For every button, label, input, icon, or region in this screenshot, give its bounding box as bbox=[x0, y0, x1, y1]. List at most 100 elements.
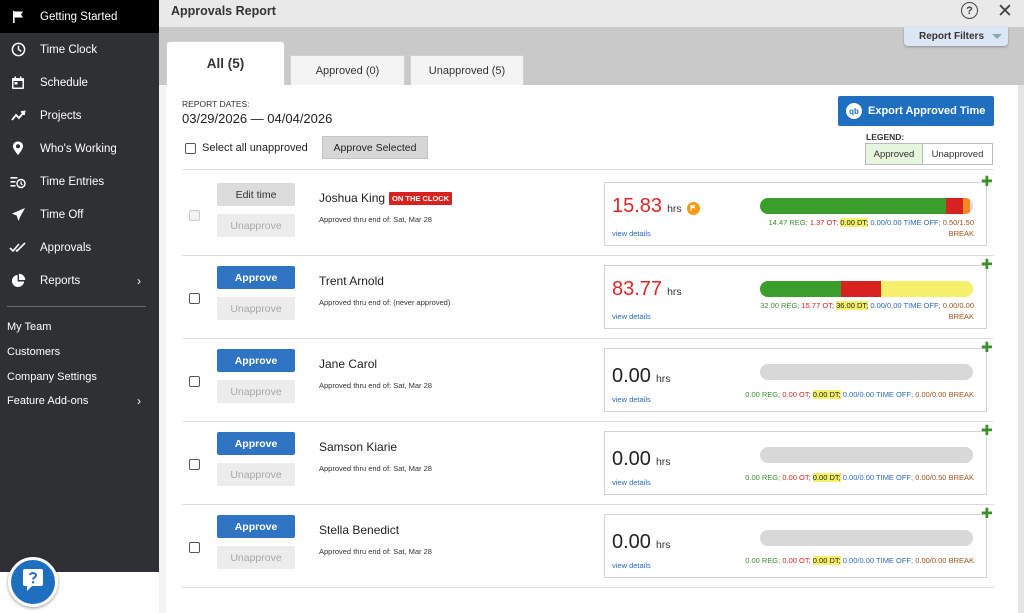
add-entry-icon[interactable]: ✚ bbox=[981, 339, 993, 356]
help-chat-button[interactable] bbox=[8, 557, 58, 607]
time-off-hours: 0.00/0.00 TIME OFF; bbox=[870, 218, 941, 227]
sidebar-item-time-entries[interactable]: Time Entries bbox=[0, 165, 159, 198]
unapprove-button[interactable]: Unapprove bbox=[217, 214, 295, 237]
trend-icon bbox=[9, 107, 27, 125]
approved-thru-text: Approved thru end of: Sat, Mar 28 bbox=[319, 464, 432, 473]
view-details-link[interactable]: view details bbox=[612, 229, 651, 238]
export-approved-time-button[interactable]: qb Export Approved Time bbox=[838, 96, 994, 126]
hours-unit: hrs bbox=[655, 456, 671, 468]
add-entry-icon[interactable]: ✚ bbox=[981, 256, 993, 273]
sidebar-item-schedule[interactable]: Schedule bbox=[0, 66, 159, 99]
employee-name-text: Trent Arnold bbox=[319, 274, 384, 288]
employee-name[interactable]: Stella Benedict bbox=[319, 523, 399, 537]
ot-hours: 0.00 OT; bbox=[782, 556, 811, 565]
sidebar-item-feature-add-ons[interactable]: Feature Add-ons › bbox=[0, 389, 159, 414]
time-off-hours: 0.00/0.00 TIME OFF; bbox=[842, 473, 914, 482]
row-checkbox[interactable] bbox=[189, 376, 200, 387]
select-all-unapproved[interactable]: Select all unapproved bbox=[185, 142, 308, 154]
row-checkbox[interactable] bbox=[189, 210, 200, 221]
sidebar-item-label: Company Settings bbox=[7, 370, 97, 383]
view-details-link[interactable]: view details bbox=[612, 561, 651, 570]
reg-hours: 32.00 REG; bbox=[760, 301, 800, 310]
sidebar-item-getting-started[interactable]: Getting Started bbox=[0, 0, 159, 33]
edit-time-button[interactable]: Edit time bbox=[217, 183, 295, 206]
help-icon[interactable]: ? bbox=[961, 2, 978, 19]
select-all-checkbox[interactable] bbox=[185, 142, 196, 154]
break-hours: 0.00/0.00 BREAK bbox=[915, 390, 974, 399]
hours-summary: 0.00 hrs view details 0.00 REG; 0.00 OT;… bbox=[604, 514, 987, 578]
unapprove-button[interactable]: Unapprove bbox=[217, 297, 295, 320]
select-all-label: Select all unapproved bbox=[202, 142, 308, 154]
add-entry-icon[interactable]: ✚ bbox=[981, 173, 993, 190]
hours-bar bbox=[760, 447, 973, 463]
sidebar-item-whos-working[interactable]: Who's Working bbox=[0, 132, 159, 165]
approve-button[interactable]: Approve bbox=[217, 515, 295, 538]
total-hours-value: 0.00 bbox=[612, 365, 651, 387]
sidebar-item-label: Time Entries bbox=[40, 175, 105, 188]
approve-button[interactable]: Approve bbox=[217, 349, 295, 372]
add-entry-icon[interactable]: ✚ bbox=[981, 505, 993, 522]
legend-unapproved: Unapproved bbox=[923, 144, 992, 164]
main-panel: Approvals Report ? ✕ Report Filters All … bbox=[159, 0, 1024, 613]
sidebar-item-customers[interactable]: Customers bbox=[0, 340, 159, 365]
row-checkbox[interactable] bbox=[189, 293, 200, 304]
sidebar-item-label: Reports bbox=[40, 274, 81, 287]
view-details-link[interactable]: view details bbox=[612, 312, 651, 321]
approve-button[interactable]: Approve bbox=[217, 432, 295, 455]
unapprove-button[interactable]: Unapprove bbox=[217, 463, 295, 486]
table-row: Approve Unapprove Jane Carol Approved th… bbox=[166, 339, 1018, 422]
scrollbar[interactable] bbox=[1018, 85, 1024, 613]
sidebar-item-company-settings[interactable]: Company Settings bbox=[0, 364, 159, 389]
quickbooks-icon: qb bbox=[846, 103, 862, 119]
add-entry-icon[interactable]: ✚ bbox=[981, 422, 993, 439]
report-filters-button[interactable]: Report Filters bbox=[904, 27, 1008, 46]
legend-approved: Approved bbox=[866, 144, 923, 164]
tab-all[interactable]: All (5) bbox=[166, 41, 285, 85]
calendar-icon bbox=[9, 74, 27, 92]
bar-segment-reg bbox=[760, 198, 946, 214]
flag-icon bbox=[9, 8, 27, 26]
sidebar-item-time-clock[interactable]: Time Clock bbox=[0, 33, 159, 66]
hours-unit: hrs bbox=[667, 286, 682, 298]
sidebar-item-label: Getting Started bbox=[40, 10, 118, 23]
time-off-hours: 0.00/0.00 TIME OFF; bbox=[842, 556, 914, 565]
sidebar-item-label: Customers bbox=[7, 346, 61, 359]
row-checkbox[interactable] bbox=[189, 542, 200, 553]
sidebar-item-reports[interactable]: Reports › bbox=[0, 264, 159, 297]
employee-name[interactable]: Samson Kiarie bbox=[319, 440, 397, 454]
approve-selected-button[interactable]: Approve Selected bbox=[322, 136, 428, 159]
clock-icon bbox=[9, 41, 27, 59]
unapprove-button[interactable]: Unapprove bbox=[217, 380, 295, 403]
view-details-link[interactable]: view details bbox=[612, 478, 651, 487]
approved-thru-text: Approved thru end of: (never approved) bbox=[319, 298, 451, 307]
ot-hours: 0.00 OT; bbox=[782, 390, 811, 399]
tab-unapproved[interactable]: Unapproved (5) bbox=[410, 55, 524, 85]
close-icon[interactable]: ✕ bbox=[997, 0, 1013, 23]
sidebar-item-my-team[interactable]: My Team bbox=[0, 315, 159, 340]
sidebar-item-label: Schedule bbox=[40, 76, 88, 89]
flag-icon[interactable] bbox=[686, 201, 700, 215]
employee-name[interactable]: Jane Carol bbox=[319, 357, 377, 371]
employee-name[interactable]: Trent Arnold bbox=[319, 274, 384, 288]
time-entries-icon bbox=[9, 173, 27, 191]
break-hours: 0.00/0.00 BREAK bbox=[915, 556, 974, 565]
unapprove-button[interactable]: Unapprove bbox=[217, 546, 295, 569]
bar-segment-ot bbox=[841, 281, 882, 297]
hours-unit: hrs bbox=[655, 373, 671, 385]
employee-name[interactable]: Joshua King ON THE CLOCK bbox=[319, 191, 453, 205]
row-checkbox[interactable] bbox=[189, 459, 200, 470]
sidebar-item-approvals[interactable]: Approvals bbox=[0, 231, 159, 264]
sidebar-item-projects[interactable]: Projects bbox=[0, 99, 159, 132]
sidebar-item-time-off[interactable]: Time Off bbox=[0, 198, 159, 231]
table-row: Approve Unapprove Stella Benedict Approv… bbox=[166, 505, 1018, 588]
tab-approved[interactable]: Approved (0) bbox=[290, 55, 405, 85]
approve-button[interactable]: Approve bbox=[217, 266, 295, 289]
total-hours-value: 0.00 bbox=[612, 448, 651, 470]
hours-summary: 83.77 hrs view details 32.00 REG; 15.77 … bbox=[604, 265, 987, 329]
hours-bar bbox=[760, 530, 973, 546]
reg-hours: 14.47 REG; bbox=[768, 218, 808, 227]
break-label: BREAK bbox=[948, 229, 974, 238]
table-row: Approve Unapprove Trent Arnold Approved … bbox=[166, 256, 1018, 339]
dt-hours: 0.00 DT; bbox=[812, 556, 841, 565]
view-details-link[interactable]: view details bbox=[612, 395, 651, 404]
